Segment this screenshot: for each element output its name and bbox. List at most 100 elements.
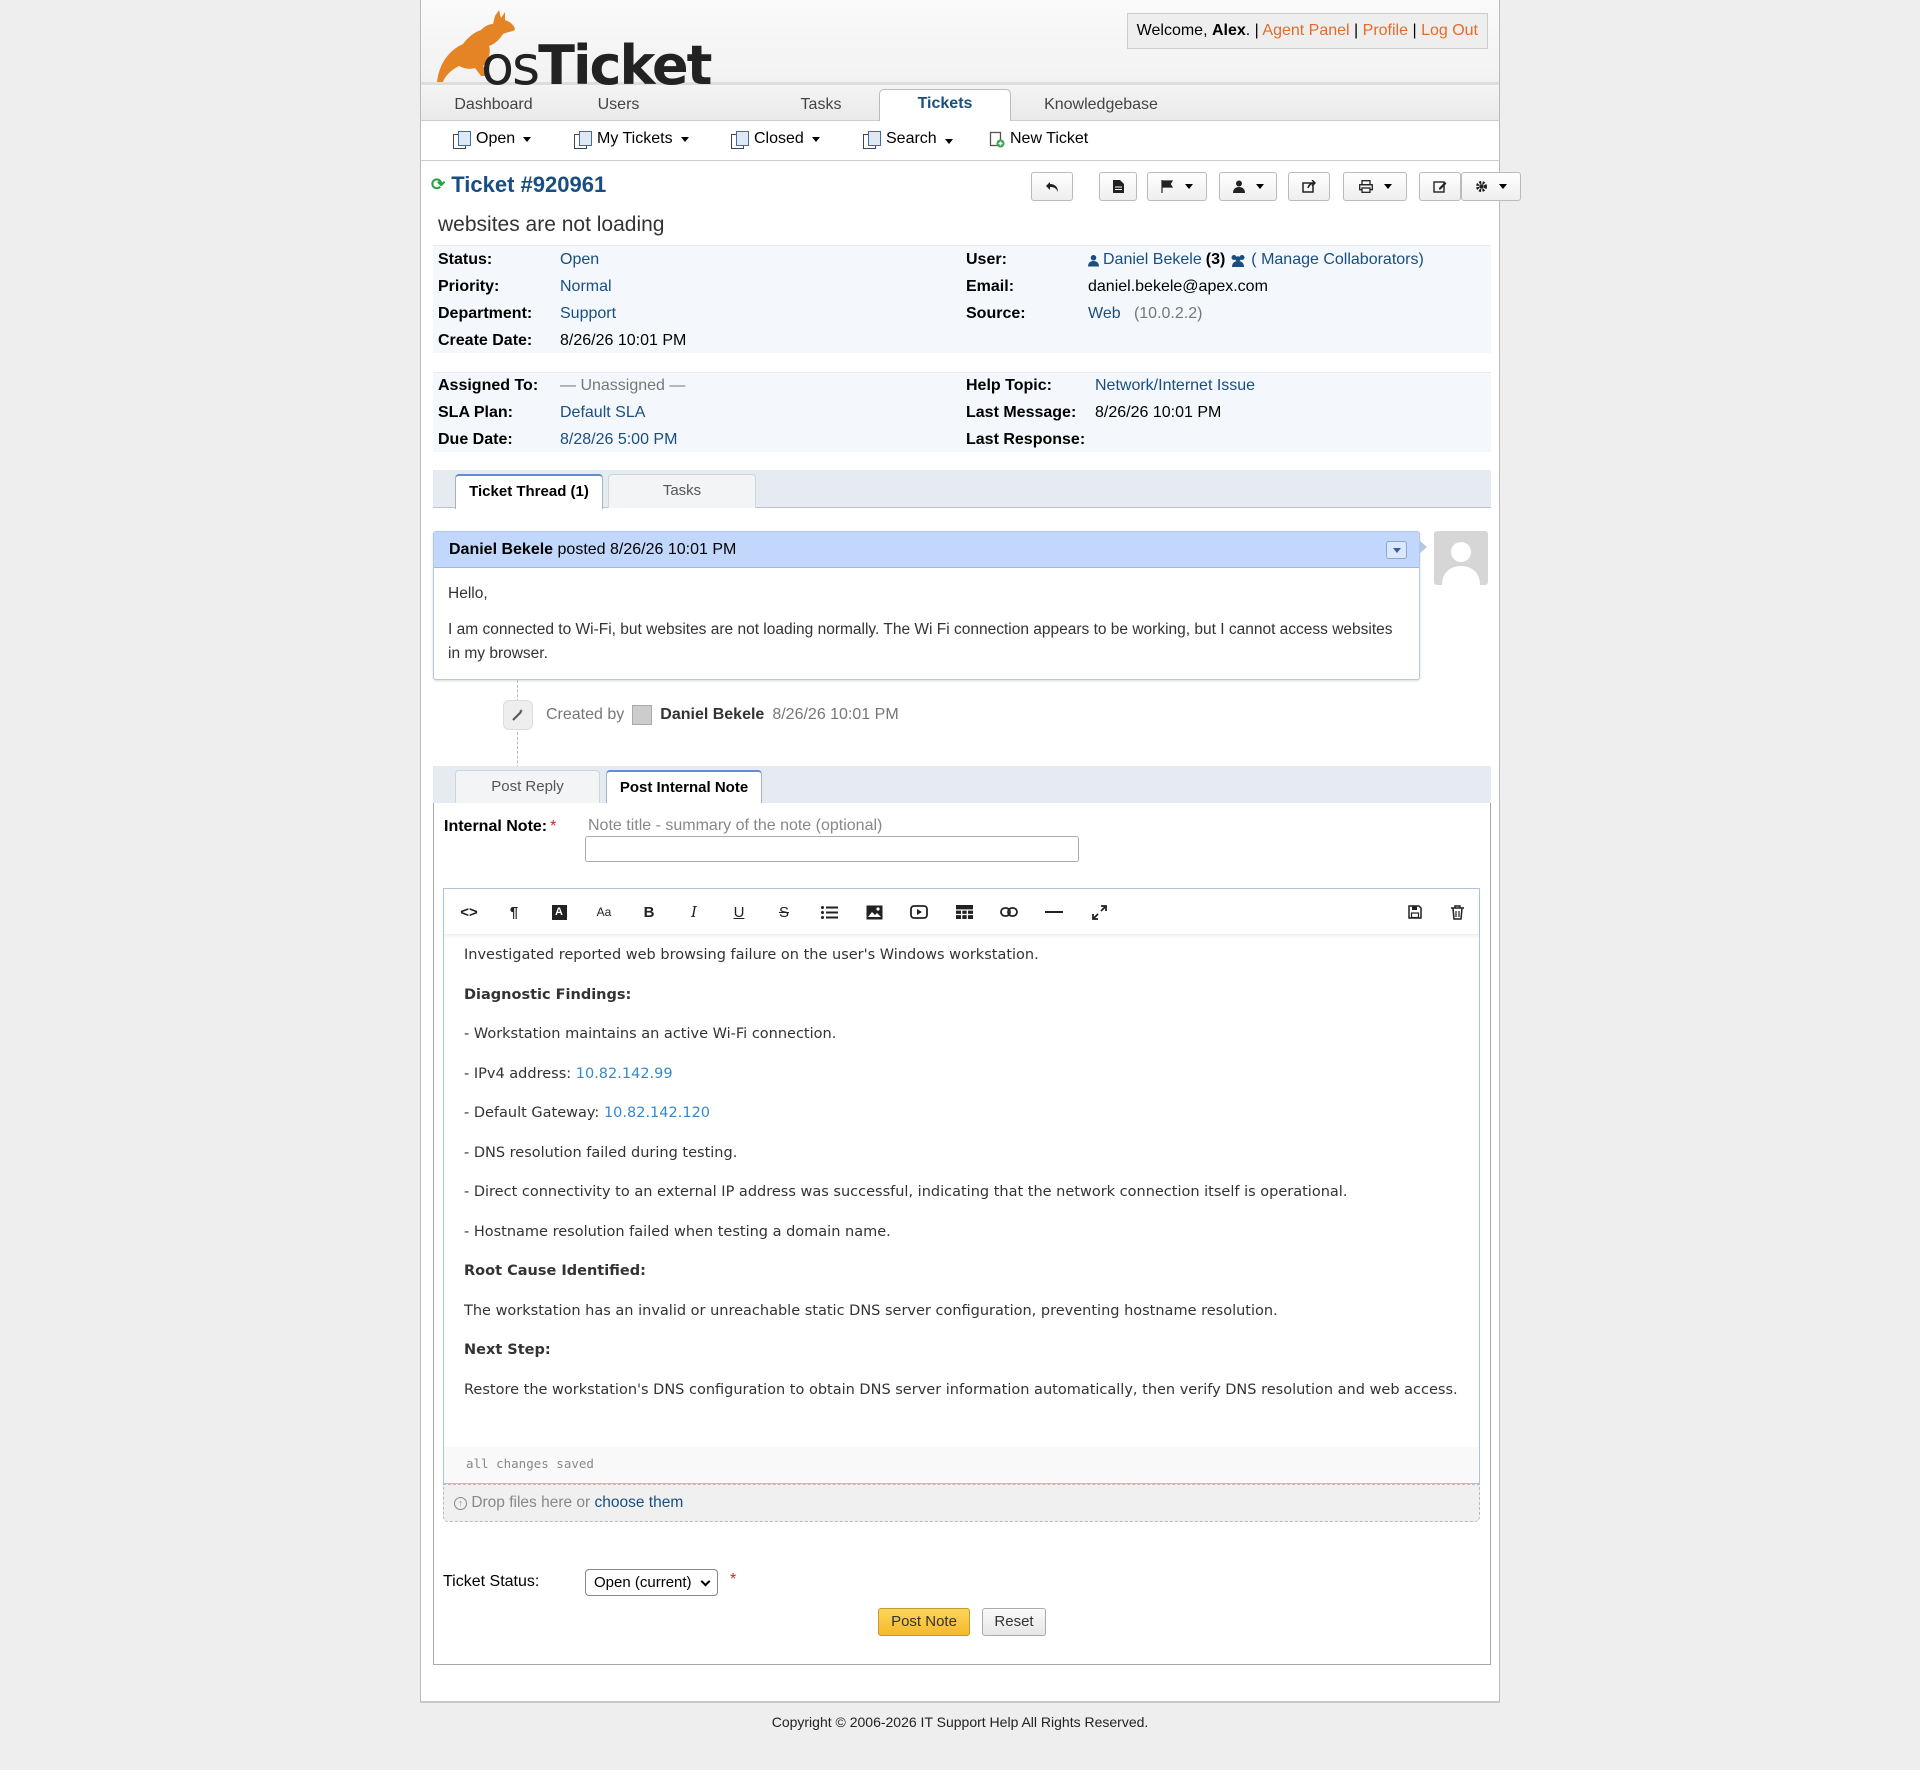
note-list-line: - DNS resolution failed during testing.: [464, 1144, 738, 1161]
ticket-status-select[interactable]: Open (current): [585, 1569, 718, 1596]
tab-knowledgebase[interactable]: Knowledgebase: [1031, 91, 1171, 121]
choose-files-link[interactable]: choose them: [595, 1494, 684, 1511]
note-title-input[interactable]: [585, 836, 1079, 862]
thread-entry-body: Hello, I am connected to Wi-Fi, but webs…: [434, 568, 1419, 692]
tab-post-reply[interactable]: Post Reply: [455, 770, 600, 804]
timeline-line: [517, 732, 518, 768]
sub-nav: Open My Tickets Closed Search New Ticket: [421, 121, 1499, 161]
user-value: Daniel Bekele (3) ( Manage Collaborators…: [1088, 251, 1424, 269]
header: osTicket Welcome, Alex. | Agent Panel | …: [421, 0, 1499, 97]
note-paragraph: The workstation has an invalid or unreac…: [464, 1302, 1278, 1319]
subnav-label: Open: [476, 130, 516, 147]
source-ip: (10.0.2.2): [1133, 305, 1203, 322]
paragraph-icon[interactable]: ¶: [501, 901, 527, 923]
font-size-icon[interactable]: Aa: [591, 901, 617, 923]
subnav-label: Closed: [754, 130, 804, 147]
font-color-icon[interactable]: A: [546, 901, 572, 923]
required-marker: *: [550, 818, 557, 835]
sla-value[interactable]: Default SLA: [560, 404, 645, 422]
flag-button[interactable]: [1147, 172, 1207, 201]
profile-link[interactable]: Profile: [1363, 22, 1408, 39]
user-name: Alex: [1211, 22, 1246, 39]
subnav-open[interactable]: Open: [453, 130, 532, 149]
source-link[interactable]: Web: [1088, 305, 1121, 322]
magic-wand-icon: [503, 700, 533, 730]
image-icon[interactable]: [861, 901, 887, 923]
bold-icon[interactable]: B: [636, 901, 662, 923]
last-message-value: 8/26/26 10:01 PM: [1095, 404, 1222, 421]
reset-button[interactable]: Reset: [982, 1608, 1046, 1636]
user-link[interactable]: Daniel Bekele: [1103, 251, 1202, 269]
tab-dashboard[interactable]: Dashboard: [441, 91, 546, 121]
ticket-status-label: Ticket Status:: [443, 1573, 540, 1590]
last-message-label: Last Message:: [966, 404, 1077, 421]
edit-button[interactable]: [1419, 172, 1461, 201]
tab-ticket-thread[interactable]: Ticket Thread (1): [455, 474, 603, 509]
italic-icon[interactable]: I: [681, 901, 707, 923]
required-marker: *: [730, 1571, 737, 1588]
reply-icon: [1046, 181, 1058, 192]
note-heading: Diagnostic Findings:: [464, 986, 632, 1003]
priority-value[interactable]: Normal: [560, 278, 612, 296]
subnav-closed[interactable]: Closed: [731, 130, 820, 149]
strikethrough-icon[interactable]: S: [771, 901, 797, 923]
new-ticket-icon: [989, 131, 1005, 147]
osticket-logo[interactable]: osTicket: [429, 6, 712, 97]
ticket-title[interactable]: ⟳ Ticket #920961: [431, 172, 606, 198]
tab-users[interactable]: Users: [581, 91, 656, 121]
tab-tickets[interactable]: Tickets: [879, 89, 1011, 122]
print-button[interactable]: [1343, 172, 1407, 201]
note-list-line: - Workstation maintains an active Wi-Fi …: [464, 1026, 837, 1042]
dropzone-text: Drop files here or: [471, 1494, 591, 1511]
caret-down-icon: [944, 138, 953, 144]
horizontal-rule-icon[interactable]: [1041, 901, 1067, 923]
due-value[interactable]: 8/28/26 5:00 PM: [560, 431, 677, 449]
tab-tasks[interactable]: Tasks: [781, 91, 861, 121]
status-value[interactable]: Open: [560, 251, 599, 269]
video-icon[interactable]: [906, 901, 932, 923]
department-value[interactable]: Support: [560, 305, 616, 323]
ip-link[interactable]: 10.82.142.120: [604, 1105, 710, 1121]
tab-tasks-thread[interactable]: Tasks: [608, 474, 756, 508]
subnav-search[interactable]: Search: [863, 130, 953, 149]
save-draft-icon[interactable]: [1402, 901, 1428, 923]
assign-button[interactable]: [1219, 172, 1277, 201]
refresh-icon[interactable]: ⟳: [431, 175, 445, 195]
help-topic-value[interactable]: Network/Internet Issue: [1095, 377, 1255, 395]
subnav-label: Search: [886, 130, 937, 147]
internal-note-label: Internal Note: *: [444, 818, 556, 836]
transfer-button[interactable]: [1288, 172, 1330, 201]
ticket-number: Ticket #920961: [451, 172, 607, 197]
caret-down-icon: [811, 136, 820, 142]
caret-down-icon: [680, 136, 689, 142]
html-code-icon[interactable]: <>: [456, 901, 482, 923]
subnav-my-tickets[interactable]: My Tickets: [574, 130, 689, 149]
logout-link[interactable]: Log Out: [1421, 22, 1478, 39]
more-settings-button[interactable]: [1461, 172, 1521, 201]
post-note-button[interactable]: Post Note: [878, 1608, 970, 1636]
email-value: daniel.bekele@apex.com: [1088, 278, 1268, 295]
agent-panel-link[interactable]: Agent Panel: [1262, 22, 1349, 39]
assigned-value[interactable]: — Unassigned —: [560, 377, 685, 395]
pdf-button[interactable]: [1099, 172, 1137, 201]
link-icon[interactable]: [996, 901, 1022, 923]
subnav-label: New Ticket: [1010, 130, 1089, 147]
underline-icon[interactable]: U: [726, 901, 752, 923]
ip-link[interactable]: 10.82.142.99: [576, 1066, 673, 1082]
list-icon[interactable]: [816, 901, 842, 923]
file-dropzone[interactable]: ↑ Drop files here or choose them: [443, 1484, 1480, 1522]
table-icon[interactable]: [951, 901, 977, 923]
tab-post-internal-note[interactable]: Post Internal Note: [606, 770, 762, 805]
avatar: [1434, 531, 1488, 585]
caret-down-icon: [1383, 184, 1392, 189]
editor-content[interactable]: Investigated reported web browsing failu…: [444, 935, 1479, 1400]
manage-collaborators-link[interactable]: ( Manage Collaborators): [1251, 251, 1424, 269]
thread-options-button[interactable]: [1386, 541, 1407, 559]
fullscreen-icon[interactable]: [1086, 901, 1112, 923]
last-response-label: Last Response:: [966, 431, 1086, 448]
subnav-new-ticket[interactable]: New Ticket: [989, 130, 1088, 148]
upload-icon: ↑: [454, 1497, 467, 1510]
welcome-box: Welcome, Alex. | Agent Panel | Profile |…: [1126, 13, 1488, 49]
trash-icon[interactable]: [1444, 901, 1470, 923]
reply-button[interactable]: [1031, 172, 1073, 201]
